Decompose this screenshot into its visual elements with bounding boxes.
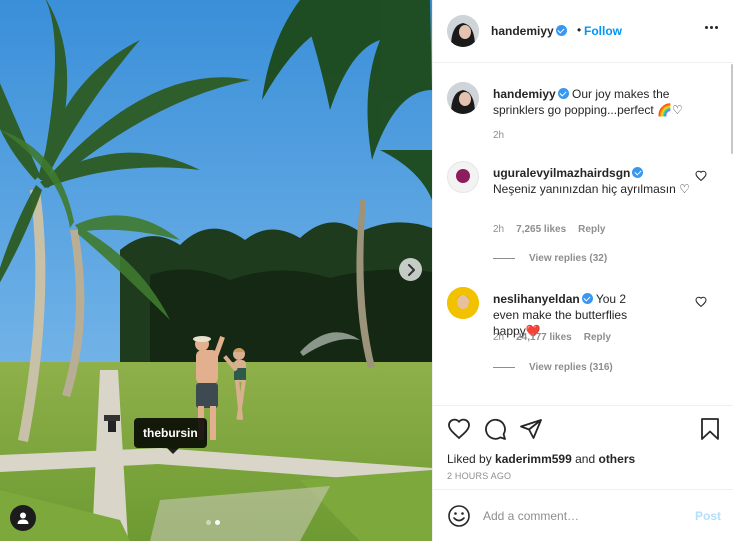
comment-text: uguralevyilmazhairdsgn Neşeniz yanınızda…	[493, 165, 693, 197]
header-separator: •	[577, 23, 582, 37]
heart-icon[interactable]	[447, 417, 471, 441]
author-avatar-image	[447, 15, 479, 47]
caption-avatar-image	[447, 82, 479, 114]
comment-meta: 2h 7,265 likes Reply	[493, 224, 605, 235]
post-header: handemiyy • Follow	[433, 0, 733, 63]
comment-body: Neşeniz yanınızdan hiç ayrılmasın ♡	[493, 182, 690, 196]
carousel-dot-active	[215, 520, 220, 525]
comment-reply-button[interactable]: Reply	[584, 332, 611, 343]
post-actions: Liked by kaderimm599 and others 2 HOURS …	[433, 405, 733, 489]
comment-like-heart-icon[interactable]	[695, 170, 707, 182]
paper-plane-icon[interactable]	[519, 417, 543, 441]
carousel-dot	[206, 520, 211, 525]
comment-username[interactable]: uguralevyilmazhairdsgn	[493, 166, 630, 180]
comment-likes[interactable]: 7,265 likes	[516, 224, 566, 235]
chevron-right-icon	[407, 263, 415, 276]
liked-by-others[interactable]: others	[598, 452, 635, 466]
view-replies-label[interactable]: View replies (316)	[529, 362, 613, 373]
caption-meta: 2h	[493, 130, 504, 141]
comment-username[interactable]: neslihanyeldan	[493, 292, 580, 306]
liked-by-and: and	[575, 452, 596, 466]
caption-avatar[interactable]	[447, 82, 479, 114]
next-photo-button[interactable]	[399, 258, 422, 281]
author-avatar[interactable]	[447, 15, 479, 47]
author-username-text[interactable]: handemiyy	[491, 24, 554, 38]
view-replies-line	[493, 258, 515, 259]
more-options-icon[interactable]	[705, 26, 718, 29]
carousel-indicator	[206, 520, 220, 525]
tagged-users-button[interactable]	[10, 505, 36, 531]
caption-username[interactable]: handemiyy	[493, 87, 556, 101]
verified-badge-icon	[632, 167, 644, 178]
emoji-icon[interactable]	[447, 504, 471, 528]
comment-input[interactable]	[483, 506, 683, 526]
liked-by-user[interactable]: kaderimm599	[495, 452, 572, 466]
post-photo[interactable]: thebursin	[0, 0, 432, 541]
comment-time[interactable]: 2h	[493, 224, 504, 235]
view-replies-label[interactable]: View replies (32)	[529, 253, 607, 264]
comment-avatar-image	[447, 287, 479, 319]
bookmark-icon[interactable]	[699, 417, 721, 441]
caption-text: handemiyy Our joy makes the sprinklers g…	[493, 86, 713, 118]
view-replies-button[interactable]: View replies (32)	[493, 253, 607, 264]
comment-time[interactable]: 2h	[493, 332, 504, 343]
view-replies-button[interactable]: View replies (316)	[493, 362, 613, 373]
liked-by: Liked by kaderimm599 and others	[447, 452, 635, 466]
comment-reply-button[interactable]: Reply	[578, 224, 605, 235]
liked-by-prefix: Liked by	[447, 452, 492, 466]
verified-badge-icon	[581, 293, 593, 304]
post-timestamp[interactable]: 2 HOURS AGO	[447, 471, 511, 481]
verified-badge-icon	[557, 88, 569, 99]
comment-avatar[interactable]	[447, 287, 479, 319]
author-username[interactable]: handemiyy	[491, 24, 567, 38]
comment-meta: 2h 24,177 likes Reply	[493, 332, 611, 343]
follow-button[interactable]: Follow	[584, 24, 622, 38]
comment-likes[interactable]: 24,177 likes	[516, 332, 572, 343]
view-replies-line	[493, 367, 515, 368]
comment-avatar[interactable]	[447, 161, 479, 193]
post-sidebar: handemiyy • Follow handemiyy Our joy mak…	[432, 0, 733, 541]
caption-time[interactable]: 2h	[493, 130, 504, 141]
comment-like-heart-icon[interactable]	[695, 296, 707, 308]
post-comment-button[interactable]: Post	[695, 509, 721, 523]
user-icon	[17, 512, 29, 524]
user-tag-bubble[interactable]: thebursin	[134, 418, 207, 454]
comments-list[interactable]: handemiyy Our joy makes the sprinklers g…	[433, 63, 733, 405]
comment-avatar-image	[456, 169, 470, 183]
comment-composer: Post	[433, 489, 733, 541]
comment-icon[interactable]	[483, 417, 507, 441]
photo-scene	[0, 0, 432, 541]
verified-badge-icon	[555, 25, 567, 36]
